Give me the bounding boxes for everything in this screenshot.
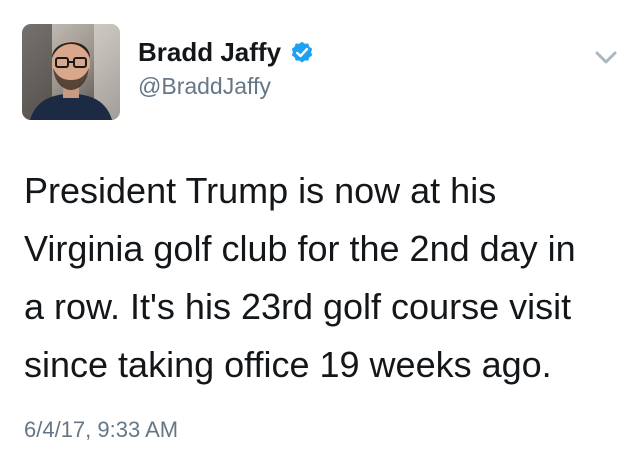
tweet-text-line: a row. It's his 23rd golf course visit	[24, 286, 572, 327]
tweet-text-line: since taking office 19 weeks ago.	[24, 344, 552, 385]
profile-photo-icon	[22, 24, 120, 120]
chevron-down-icon[interactable]	[590, 44, 622, 72]
author-handle[interactable]: @BraddJaffy	[138, 72, 271, 100]
tweet-card: Bradd Jaffy @BraddJaffy President Trump …	[0, 0, 640, 469]
verified-badge-icon	[289, 39, 315, 65]
tweet-timestamp[interactable]: 6/4/17, 9:33 AM	[24, 416, 178, 444]
author-name[interactable]: Bradd Jaffy	[138, 36, 315, 68]
author-name-text[interactable]: Bradd Jaffy	[138, 36, 281, 68]
tweet-text-line: President Trump is now at his	[24, 170, 497, 211]
tweet-text: President Trump is now at his Virginia g…	[24, 162, 624, 394]
tweet-text-line: Virginia golf club for the 2nd day in	[24, 228, 576, 269]
avatar[interactable]	[22, 24, 120, 120]
